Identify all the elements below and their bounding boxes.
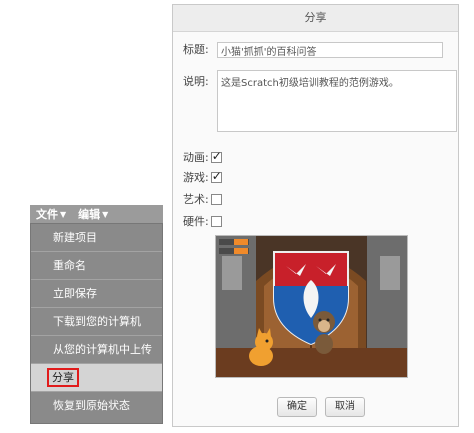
share-dialog: 分享 标题: 说明: 这是Scratch初级培训教程的范例游戏。 动画: 游戏:… — [172, 4, 459, 427]
dialog-title: 分享 — [173, 5, 458, 32]
title-input[interactable] — [217, 42, 443, 58]
category-label: 游戏: — [183, 171, 209, 184]
menu-item-label: 立即保存 — [53, 287, 97, 300]
art-checkbox[interactable] — [210, 193, 222, 205]
menu-item-label: 下载到您的计算机 — [53, 315, 141, 328]
edit-menu-button[interactable]: 编辑 ▼ — [72, 206, 114, 222]
category-art: 艺术: — [183, 191, 222, 207]
menu-item-revert[interactable]: 恢复到原始状态 — [31, 392, 162, 420]
category-animation: 动画: — [183, 149, 222, 165]
animation-checkbox[interactable] — [210, 149, 222, 163]
category-label: 动画: — [183, 151, 209, 164]
edit-menu-label: 编辑 — [78, 208, 101, 221]
menu-item-new-project[interactable]: 新建项目 — [31, 224, 162, 252]
menu-item-save-now[interactable]: 立即保存 — [31, 280, 162, 308]
category-label: 硬件: — [183, 215, 209, 228]
category-hardware: 硬件: — [183, 213, 222, 229]
game-checkbox[interactable] — [210, 169, 222, 183]
project-preview-image — [215, 235, 408, 378]
menu-item-label: 重命名 — [53, 259, 86, 272]
confirm-button[interactable]: 确定 — [277, 397, 317, 417]
category-label: 艺术: — [183, 193, 209, 206]
menu-item-label: 从您的计算机中上传 — [53, 343, 152, 356]
title-row: 标题: — [183, 41, 215, 57]
caret-down-icon: ▼ — [102, 209, 109, 219]
stage-thumbnail — [216, 236, 407, 377]
file-menu-button[interactable]: 文件 ▼ — [30, 206, 72, 222]
description-row: 说明: — [183, 73, 215, 89]
menu-item-label: 新建项目 — [53, 231, 97, 244]
caret-down-icon: ▼ — [60, 209, 67, 219]
menu-item-rename[interactable]: 重命名 — [31, 252, 162, 280]
description-label: 说明: — [183, 75, 209, 88]
category-game: 游戏: — [183, 169, 222, 185]
menubar: 文件 ▼ 编辑 ▼ — [30, 205, 163, 223]
menu-item-upload[interactable]: 从您的计算机中上传 — [31, 336, 162, 364]
title-label: 标题: — [183, 43, 209, 56]
description-input[interactable]: 这是Scratch初级培训教程的范例游戏。 — [217, 70, 457, 132]
menu-item-download[interactable]: 下载到您的计算机 — [31, 308, 162, 336]
file-menu-label: 文件 — [36, 208, 58, 221]
file-dropdown-menu: 新建项目 重命名 立即保存 下载到您的计算机 从您的计算机中上传 分享 恢复到原… — [30, 223, 163, 424]
cancel-button[interactable]: 取消 — [325, 397, 365, 417]
menu-item-share[interactable]: 分享 — [31, 364, 162, 392]
menu-item-label: 分享 — [47, 368, 79, 387]
menu-item-label: 恢复到原始状态 — [53, 399, 130, 412]
hardware-checkbox[interactable] — [210, 215, 222, 227]
